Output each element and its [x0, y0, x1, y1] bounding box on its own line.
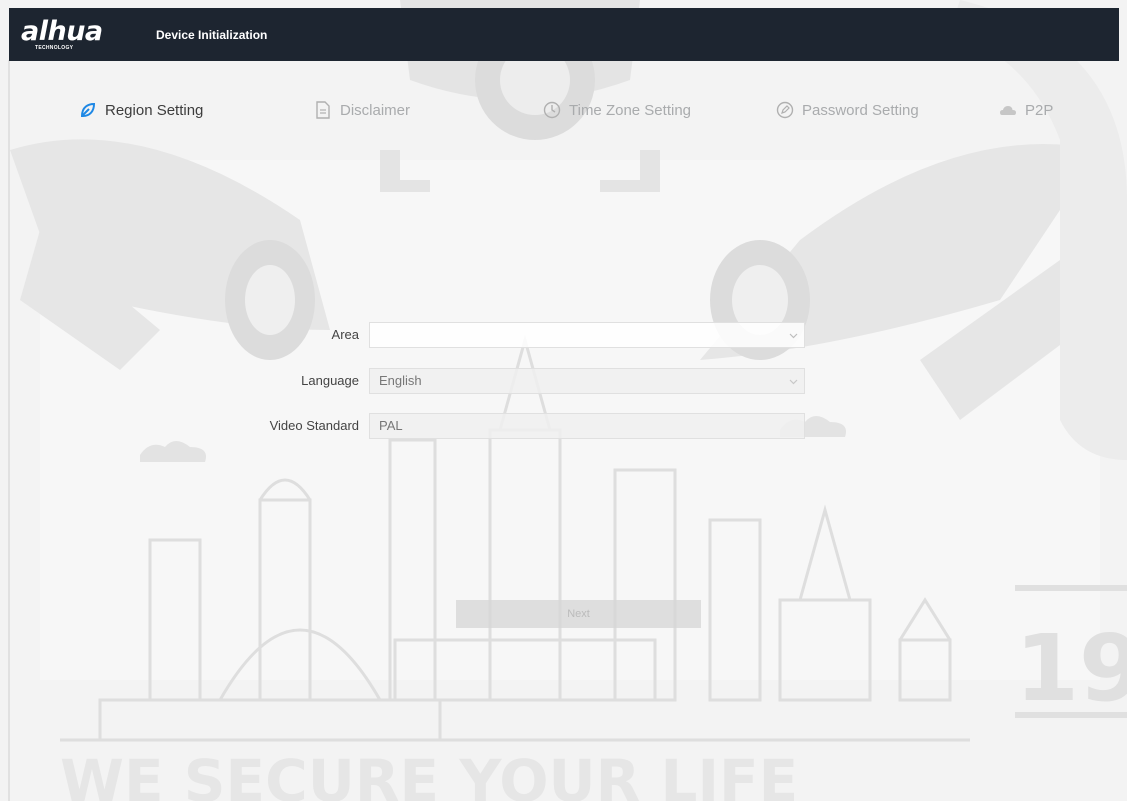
video-standard-label: Video Standard: [269, 418, 359, 433]
next-button[interactable]: Next: [456, 600, 701, 628]
step-password-setting[interactable]: Password Setting: [776, 96, 919, 124]
logo-subtext: TECHNOLOGY: [35, 44, 74, 51]
step-label: Region Setting: [105, 101, 204, 119]
area-select[interactable]: [369, 322, 805, 348]
language-select[interactable]: English: [369, 368, 805, 394]
app-title: Device Initialization: [156, 27, 268, 42]
pen-circle-icon: [776, 101, 794, 119]
year-mark-text: 19: [1015, 615, 1127, 722]
clock-icon: [543, 101, 561, 119]
cloud-icon: [1000, 106, 1016, 115]
logo-wordmark: alhua: [21, 15, 103, 47]
step-label: Disclaimer: [340, 101, 411, 119]
area-label: Area: [331, 327, 359, 342]
step-p2p[interactable]: P2P: [999, 96, 1053, 124]
step-time-zone[interactable]: Time Zone Setting: [543, 96, 691, 124]
step-region-setting[interactable]: Region Setting: [79, 96, 203, 124]
wizard-steps: Region Setting Disclaimer Time Zone Sett…: [9, 96, 1119, 128]
step-label: Password Setting: [802, 101, 919, 119]
header-bar: alhua TECHNOLOGY Device Initialization: [9, 8, 1119, 61]
step-label: Time Zone Setting: [569, 101, 691, 119]
brand-logo: alhua TECHNOLOGY: [21, 15, 131, 55]
document-icon: [316, 101, 330, 119]
leaf-icon: [80, 102, 96, 117]
chevron-down-icon: [789, 333, 798, 339]
language-label: Language: [301, 373, 359, 388]
step-disclaimer[interactable]: Disclaimer: [314, 96, 410, 124]
chevron-down-icon: [789, 379, 798, 385]
step-label: P2P: [1025, 101, 1054, 119]
video-standard-select[interactable]: PAL: [369, 413, 805, 439]
slogan-text: WE SECURE YOUR LIFE: [60, 747, 798, 801]
